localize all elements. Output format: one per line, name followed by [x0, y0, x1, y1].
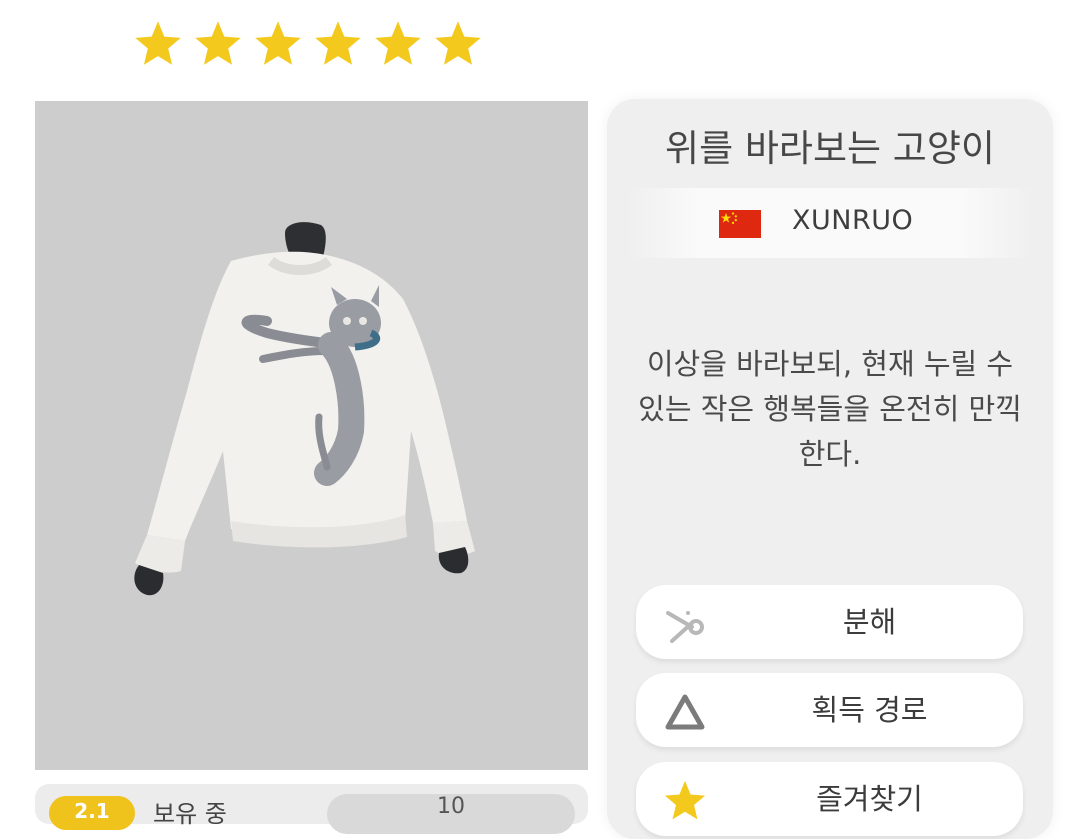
acquisition-path-label: 획득 경로 [811, 693, 928, 727]
owned-info-bar: 2.1 보유 중 10 [35, 784, 588, 834]
star-icon [315, 21, 361, 65]
favorite-label: 즐겨찾기 [816, 782, 923, 816]
acquisition-path-button[interactable]: 획득 경로 [636, 673, 1023, 747]
disassemble-button[interactable]: 분해 [636, 585, 1023, 659]
owned-count: 10 [327, 794, 575, 834]
star-icon [255, 21, 301, 65]
disassemble-label: 분해 [842, 605, 897, 639]
star-icon [664, 780, 706, 820]
cat-sweater-image [134, 222, 475, 596]
star-icon [195, 21, 241, 65]
scissors-icon [666, 611, 704, 643]
china-flag-icon [719, 210, 761, 238]
triangle-icon [665, 694, 705, 730]
owned-label: 보유 중 [153, 800, 227, 828]
item-description: 이상을 바라보되, 현재 누릴 수 있는 작은 행복들을 온전히 만끽한다. [638, 347, 1022, 471]
designer-name: XUNRUO [792, 205, 914, 236]
favorite-button[interactable]: 즐겨찾기 [636, 762, 1023, 836]
star-rating [132, 18, 484, 70]
star-icon [375, 21, 421, 65]
item-title: 위를 바라보는 고양이 [665, 127, 995, 170]
star-icon [135, 21, 181, 65]
owned-badge: 2.1 [49, 796, 135, 830]
star-icon [435, 21, 481, 65]
item-preview[interactable] [35, 101, 588, 770]
